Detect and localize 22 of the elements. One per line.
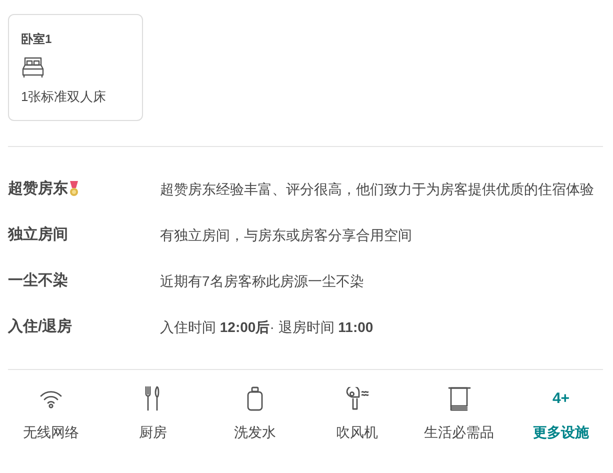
wifi-icon	[39, 389, 63, 409]
amenity-label: 生活必需品	[424, 423, 494, 442]
bedroom-title: 卧室1	[21, 31, 53, 47]
highlight-description: 超赞房东经验丰富、评分很高，他们致力于为房客提供优质的住宿体验	[160, 180, 594, 199]
towel-icon	[447, 386, 471, 412]
bed-icon	[21, 55, 45, 79]
bottle-icon	[246, 386, 264, 412]
more-amenities-link[interactable]: 更多设施	[533, 422, 589, 443]
amenity-label: 厨房	[139, 423, 167, 442]
amenity-label: 吹风机	[336, 423, 378, 442]
highlight-description: 近期有7名房客称此房源一尘不染	[160, 272, 365, 291]
highlight-label: 超赞房东	[8, 179, 68, 199]
hair-dryer-icon	[344, 387, 370, 411]
amenity-label: 洗发水	[234, 423, 276, 442]
amenity-label: 无线网络	[23, 423, 79, 442]
highlight-label: 入住/退房	[8, 317, 72, 337]
highlight-label: 独立房间	[8, 225, 68, 245]
more-count[interactable]: 4+	[552, 388, 570, 410]
bed-type: 1张标准双人床	[21, 88, 108, 106]
highlight-description: 入住时间 12:00后· 退房时间 11:00	[160, 318, 374, 337]
highlight-label: 一尘不染	[8, 271, 68, 291]
highlight-description: 有独立房间，与房东或房客分享合用空间	[160, 226, 413, 245]
